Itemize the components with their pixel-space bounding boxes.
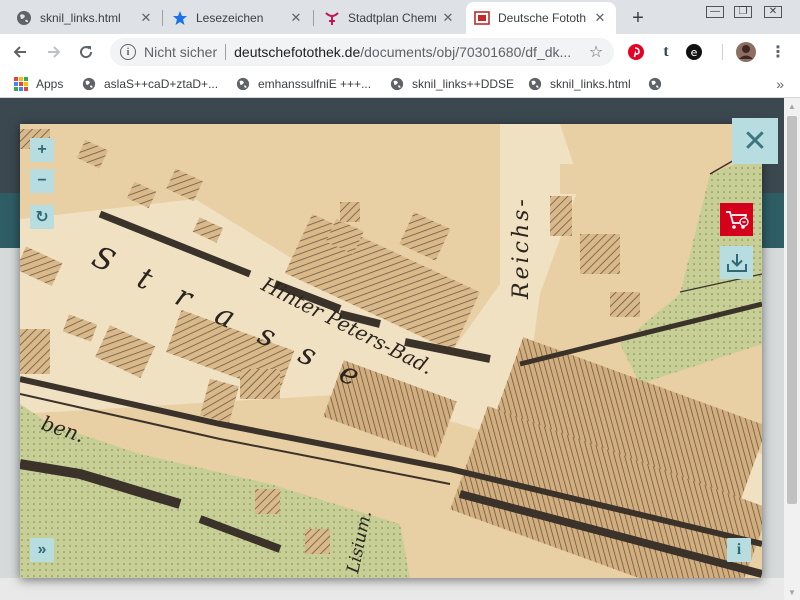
tab-separator (162, 10, 163, 26)
globe-icon (648, 77, 662, 91)
forward-icon[interactable] (40, 38, 68, 66)
bookmark-item[interactable]: emhanssulfniE +++... (236, 74, 371, 94)
tab-sknil-links[interactable]: sknil_links.html ✕ (8, 2, 162, 34)
bookmarks-bar: Apps aslaS++caD+ztaD+... emhanssulfniE +… (0, 70, 800, 98)
scroll-up-icon[interactable]: ▲ (784, 98, 800, 114)
extension-e-icon[interactable]: e (684, 42, 704, 62)
tab-title: sknil_links.html (40, 11, 121, 25)
bookmark-label: sknil_links++DDSE (412, 77, 515, 91)
address-bar[interactable]: i Nicht sicher deutschefotothek.de/docum… (110, 38, 614, 66)
download-button[interactable] (720, 246, 753, 279)
tab-lesezeichen[interactable]: Lesezeichen ✕ (164, 2, 312, 34)
apps-grid-icon (14, 77, 28, 91)
info-button[interactable]: i (727, 538, 751, 562)
toolbar-divider (722, 44, 723, 60)
url-path: /documents/obj/70301680/df_dk... (360, 44, 572, 60)
close-tab-icon[interactable]: ✕ (138, 10, 154, 26)
security-label[interactable]: Nicht sicher (144, 44, 217, 60)
close-tab-icon[interactable]: ✕ (288, 10, 304, 26)
close-tab-icon[interactable]: ✕ (592, 10, 608, 26)
tab-title: Lesezeichen (196, 11, 264, 25)
zoom-out-button[interactable]: − (30, 169, 54, 193)
rotate-button[interactable]: ↻ (30, 205, 54, 229)
globe-icon (82, 77, 96, 91)
svg-text:e: e (691, 46, 698, 59)
bookmarks-overflow-icon[interactable]: » (776, 76, 784, 92)
close-viewer-button[interactable]: ✕ (732, 118, 778, 164)
bookmark-label: aslaS++caD+ztaD+... (104, 77, 219, 91)
reload-icon[interactable] (72, 38, 100, 66)
menu-dots-icon[interactable]: ⋮ (768, 42, 788, 62)
globe-icon (390, 77, 404, 91)
close-window-icon[interactable]: ✕ (758, 0, 788, 24)
bookmark-item[interactable]: sknil_links.html (528, 74, 631, 94)
omnibox-divider (225, 44, 227, 60)
bookmark-label: sknil_links.html (550, 77, 631, 91)
tab-title: Deutsche Fototh (498, 11, 587, 25)
restore-icon[interactable]: ❐ (728, 0, 758, 24)
map-label-reichs: Reichs- (509, 196, 534, 300)
add-to-cart-button[interactable] (720, 203, 753, 236)
tumblr-icon[interactable]: t (656, 42, 676, 62)
bookmark-label: Apps (36, 77, 64, 91)
bookmark-item[interactable]: sknil_links++DDSE (390, 74, 514, 94)
url-text[interactable]: deutschefotothek.de/documents/obj/703016… (234, 44, 586, 60)
tab-stadtplan[interactable]: Stadtplan Chemn ✕ (316, 2, 464, 34)
globe-icon (16, 10, 32, 26)
browser-toolbar: i Nicht sicher deutschefotothek.de/docum… (0, 34, 800, 70)
page-scrollbar[interactable]: ▲ ▼ (784, 98, 800, 600)
download-icon (726, 253, 747, 272)
zoom-in-button[interactable]: + (30, 138, 54, 162)
cart-icon (725, 210, 749, 229)
url-host: deutschefotothek.de (234, 44, 361, 60)
back-icon[interactable] (6, 38, 34, 66)
info-icon[interactable]: i (120, 44, 136, 60)
expand-panel-button[interactable]: » (30, 538, 54, 562)
bookmark-apps[interactable]: Apps (14, 74, 63, 94)
bookmark-item[interactable] (648, 74, 670, 94)
bookmark-item[interactable]: aslaS++caD+ztaD+... (82, 74, 218, 94)
bookmark-star-icon[interactable]: ☆ (586, 42, 606, 62)
map-viewer[interactable]: S t r a s s e Hinter Peters-Bad. Reichs-… (20, 124, 762, 578)
profile-avatar[interactable] (735, 41, 757, 63)
tab-title: Stadtplan Chemn (348, 11, 436, 25)
globe-icon (528, 77, 542, 91)
page-footer-overlay (0, 578, 784, 600)
tab-strip: sknil_links.html ✕ Lesezeichen ✕ Stadtpl… (0, 0, 800, 34)
scrollbar-thumb[interactable] (787, 116, 797, 504)
historic-map[interactable]: S t r a s s e Hinter Peters-Bad. Reichs-… (20, 124, 762, 578)
globe-icon (236, 77, 250, 91)
minimize-icon[interactable]: — (700, 0, 730, 24)
bookmark-label: emhanssulfniE +++... (258, 77, 372, 91)
scroll-down-icon[interactable]: ▼ (784, 584, 800, 600)
close-tab-icon[interactable]: ✕ (440, 10, 456, 26)
new-tab-icon[interactable]: + (626, 6, 650, 30)
tab-separator (313, 10, 314, 26)
star-icon (172, 10, 188, 26)
pinterest-icon[interactable] (626, 42, 646, 62)
site-logo-icon (324, 10, 340, 26)
tab-deutsche-fotothek[interactable]: Deutsche Fototh ✕ (466, 2, 616, 34)
fotothek-icon (474, 10, 490, 26)
